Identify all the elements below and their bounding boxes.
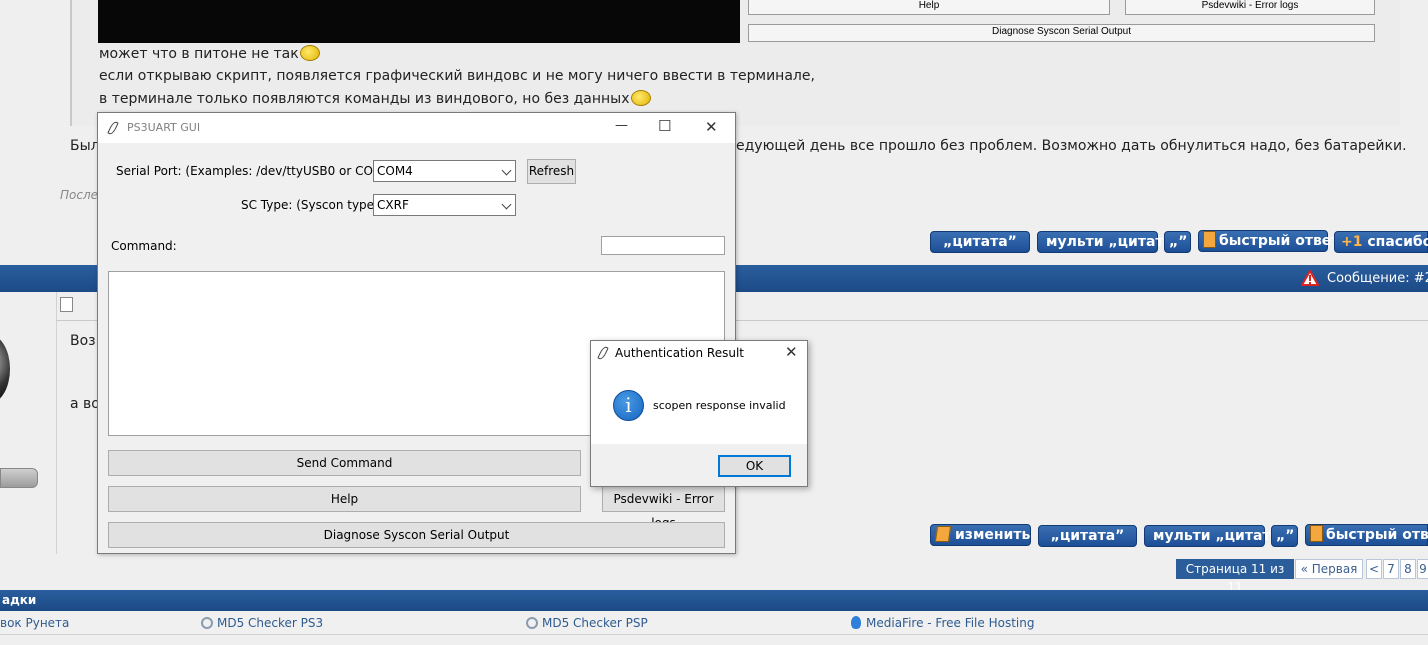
thanks-label: спасибо! [1367, 234, 1428, 250]
quick-reply-button[interactable]: быстрый ответ [1198, 230, 1339, 252]
psdevwiki-button[interactable]: Psdevwiki - Error logs [602, 486, 725, 530]
last-edited-note: После [60, 188, 99, 202]
send-command-button[interactable]: Send Command [108, 450, 581, 476]
bottom-link-1[interactable]: вок Рунета [0, 616, 69, 630]
dialog-title: Authentication Result [615, 346, 744, 360]
quick-reply-button-2[interactable]: быстрый ответ [1305, 524, 1428, 546]
dialog-message: scopen response invalid [653, 399, 786, 412]
pager-prev[interactable]: < [1366, 559, 1382, 579]
minimize-icon[interactable]: — [615, 118, 628, 133]
maximize-icon[interactable]: ☐ [658, 117, 671, 135]
avatar[interactable] [0, 335, 10, 403]
chevron-down-icon [501, 165, 512, 176]
dialog-close-icon[interactable]: ✕ [785, 343, 798, 361]
quote-button[interactable]: „цитата” [930, 231, 1030, 253]
smiley-icon [299, 45, 320, 61]
serial-port-combobox[interactable]: COM4 [373, 160, 516, 182]
book-icon [1203, 231, 1216, 248]
pager-current: Страница 11 из 11 [1176, 559, 1294, 594]
quote-button-2[interactable]: „цитата” [1038, 525, 1137, 547]
user-rank-bar [0, 468, 38, 488]
command-label: Command: [111, 239, 177, 253]
quote-line-3-text: в терминале только появляются команды из… [99, 91, 630, 107]
sc-type-combobox[interactable]: CXRF [373, 194, 516, 216]
book-icon [1310, 525, 1323, 542]
quick-quote-button[interactable]: „” [1164, 231, 1191, 253]
sc-type-value: CXRF [377, 198, 409, 212]
bottom-links-bar: адки [0, 590, 1428, 611]
refresh-button[interactable]: Refresh [527, 159, 576, 184]
link-icon [526, 617, 538, 629]
post-icon [60, 297, 73, 312]
authentication-result-dialog: Authentication Result ✕ i scopen respons… [590, 340, 808, 487]
pager-page-9[interactable]: 9 [1417, 559, 1428, 579]
thanks-button[interactable]: +1 спасибо! [1334, 231, 1428, 253]
ok-button[interactable]: OK [718, 455, 791, 477]
reply-text-end: едующей день все прошло без проблем. Воз… [736, 138, 1407, 154]
tk-feather-icon [107, 120, 119, 136]
tk-feather-icon [597, 345, 609, 361]
bottom-link-3-label: MD5 Checker PSP [542, 616, 648, 630]
ps3uart-window: PS3UART GUI — ☐ ✕ Serial Port: (Examples… [97, 112, 736, 554]
quick-reply-label: быстрый ответ [1219, 233, 1340, 249]
bg-psdevwiki-button: Psdevwiki - Error logs [1125, 0, 1375, 15]
edit-button[interactable]: изменить [930, 524, 1031, 546]
edit-label: изменить [955, 527, 1031, 543]
reply-text-start: Был [70, 138, 100, 154]
quick-reply-label-2: быстрый ответ [1326, 527, 1428, 543]
close-icon[interactable]: ✕ [705, 118, 718, 136]
quote-line-1-text: может что в питоне не так [99, 46, 299, 62]
bottom-link-4[interactable]: MediaFire - Free File Hosting [851, 616, 1034, 630]
bottom-link-3[interactable]: MD5 Checker PSP [526, 616, 648, 630]
quote-line-3: в терминале только появляются команды из… [99, 90, 651, 107]
window-titlebar[interactable]: PS3UART GUI — ☐ ✕ [98, 113, 735, 143]
multi-quote-button[interactable]: мульти „цитата” [1037, 231, 1182, 253]
quote-line-1: может что в питоне не так [99, 45, 320, 62]
chevron-down-icon [501, 199, 512, 210]
pager-page-7[interactable]: 7 [1383, 559, 1399, 579]
window-title: PS3UART GUI [127, 121, 201, 134]
info-icon: i [613, 390, 644, 421]
sc-type-label: SC Type: (Syscon type) [241, 198, 379, 212]
post2-text-2: а во [70, 396, 100, 412]
pager-first[interactable]: « Первая [1295, 559, 1363, 579]
multi-quote-button-2[interactable]: мульти „цитата” [1144, 525, 1289, 547]
thanks-plus-one: +1 [1341, 234, 1363, 250]
embedded-video-image [98, 0, 740, 43]
help-button[interactable]: Help [108, 486, 581, 512]
mediafire-icon [851, 616, 861, 629]
bg-help-button: Help [748, 0, 1110, 15]
pencil-icon [934, 526, 952, 542]
message-number[interactable]: Сообщение: #21 [1327, 271, 1428, 286]
quick-quote-button-2[interactable]: „” [1271, 525, 1298, 547]
command-input[interactable] [601, 236, 725, 255]
serial-port-label: Serial Port: (Examples: /dev/ttyUSB0 or … [116, 164, 396, 178]
bottom-link-2-label: MD5 Checker PS3 [217, 616, 324, 630]
bg-diagnose-button: Diagnose Syscon Serial Output [748, 24, 1375, 42]
bottom-link-2[interactable]: MD5 Checker PS3 [201, 616, 323, 630]
post2-text-1: Воз [70, 333, 96, 349]
warning-icon[interactable] [1300, 268, 1320, 286]
quote-line-2: если открываю скрипт, появляется графиче… [99, 68, 815, 84]
link-icon [201, 617, 213, 629]
diagnose-button[interactable]: Diagnose Syscon Serial Output [108, 522, 725, 548]
smiley-icon [630, 90, 651, 106]
pager-page-8[interactable]: 8 [1400, 559, 1416, 579]
bottom-link-4-label: MediaFire - Free File Hosting [866, 616, 1035, 630]
serial-port-value: COM4 [377, 164, 413, 178]
